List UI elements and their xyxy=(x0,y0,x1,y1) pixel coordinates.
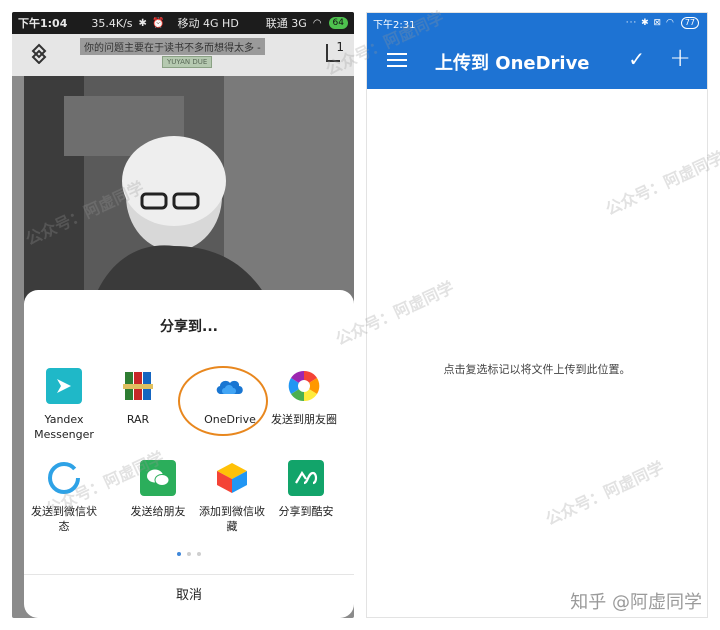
app-bar: 上传到 OneDrive ✓ + xyxy=(367,33,707,89)
cancel-button[interactable]: 取消 xyxy=(24,574,354,618)
reader-top-bar: 你的问题主要在于读书不多而想得太多 - YUYAN DUE 1 xyxy=(12,34,354,76)
reader-message: 你的问题主要在于读书不多而想得太多 - xyxy=(80,38,265,55)
reader-subtitle: YUYAN DUE xyxy=(162,56,213,68)
wechat-favorite-icon xyxy=(214,460,250,496)
share-app-label: 发送到微信状 态 xyxy=(31,505,97,533)
share-app-coolapk[interactable]: 分享到酷安 xyxy=(266,460,346,519)
share-app-label: 发送到朋友圈 xyxy=(271,413,337,426)
status-time: 下午1:04 xyxy=(18,17,68,30)
share-sheet: 分享到... Yandex Messenger RAR OneDrive 发送到… xyxy=(24,290,354,618)
add-folder-button[interactable]: + xyxy=(669,43,691,73)
wechat-moments-icon xyxy=(286,368,322,404)
status-speed: 35.4K/s xyxy=(91,16,133,30)
wechat-status-icon xyxy=(46,460,82,496)
zhihu-credit: 知乎 @阿虚同学 xyxy=(570,592,702,613)
wifi-icon: ◠ xyxy=(312,17,323,29)
share-app-label: Yandex Messenger xyxy=(34,413,94,441)
yandex-messenger-icon xyxy=(46,368,82,404)
upload-hint: 点击复选标记以将文件上传到此位置。 xyxy=(443,363,631,376)
right-phone-screen: 下午2:31 ··· ✱ ⊠ ◠ 77 上传到 OneDrive ✓ + 点击复… xyxy=(366,12,708,618)
status-time: 下午2:31 xyxy=(373,19,416,31)
battery-indicator: 64 xyxy=(328,17,348,29)
share-app-wechat-status[interactable]: 发送到微信状 态 xyxy=(24,460,104,534)
menu-icon[interactable] xyxy=(387,53,407,67)
wechat-friend-icon xyxy=(140,460,176,496)
share-app-label: 添加到微信收 藏 xyxy=(199,505,265,533)
battery-indicator: 77 xyxy=(680,17,699,29)
bluetooth-icon: ✱ ⏰ xyxy=(138,17,166,29)
share-app-moments[interactable]: 发送到朋友圈 xyxy=(264,368,344,427)
share-app-rar[interactable]: RAR xyxy=(98,368,178,427)
app-logo-icon[interactable] xyxy=(28,42,50,64)
rar-icon xyxy=(120,368,156,404)
page-indicator xyxy=(24,552,354,556)
status-bar: 下午2:31 ··· ✱ ⊠ ◠ 77 xyxy=(367,13,707,33)
page-title: 上传到 OneDrive xyxy=(435,53,590,74)
status-network: 移动 4G HD xyxy=(177,17,239,30)
confirm-check-button[interactable]: ✓ xyxy=(628,47,645,71)
left-phone-screen: 下午1:04 35.4K/s ✱ ⏰ 移动 4G HD 联通 3G ◠ 64 你… xyxy=(12,12,354,618)
share-app-label: RAR xyxy=(126,413,150,426)
status-bar: 下午1:04 35.4K/s ✱ ⏰ 移动 4G HD 联通 3G ◠ 64 xyxy=(12,12,354,34)
share-app-label: 发送给朋友 xyxy=(130,505,186,518)
coolapk-icon xyxy=(288,460,324,496)
share-app-wechat-favorite[interactable]: 添加到微信收 藏 xyxy=(192,460,272,534)
status-icons: ··· ✱ ⊠ ◠ xyxy=(625,18,675,28)
share-app-yandex[interactable]: Yandex Messenger xyxy=(24,368,104,442)
share-app-label: 分享到酷安 xyxy=(278,505,334,518)
share-title: 分享到... xyxy=(160,319,218,335)
status-carrier2: 联通 3G xyxy=(265,17,307,30)
onedrive-highlight-circle xyxy=(178,366,268,436)
share-app-wechat-friend[interactable]: 发送给朋友 xyxy=(118,460,198,519)
page-corner-icon[interactable] xyxy=(326,44,340,62)
